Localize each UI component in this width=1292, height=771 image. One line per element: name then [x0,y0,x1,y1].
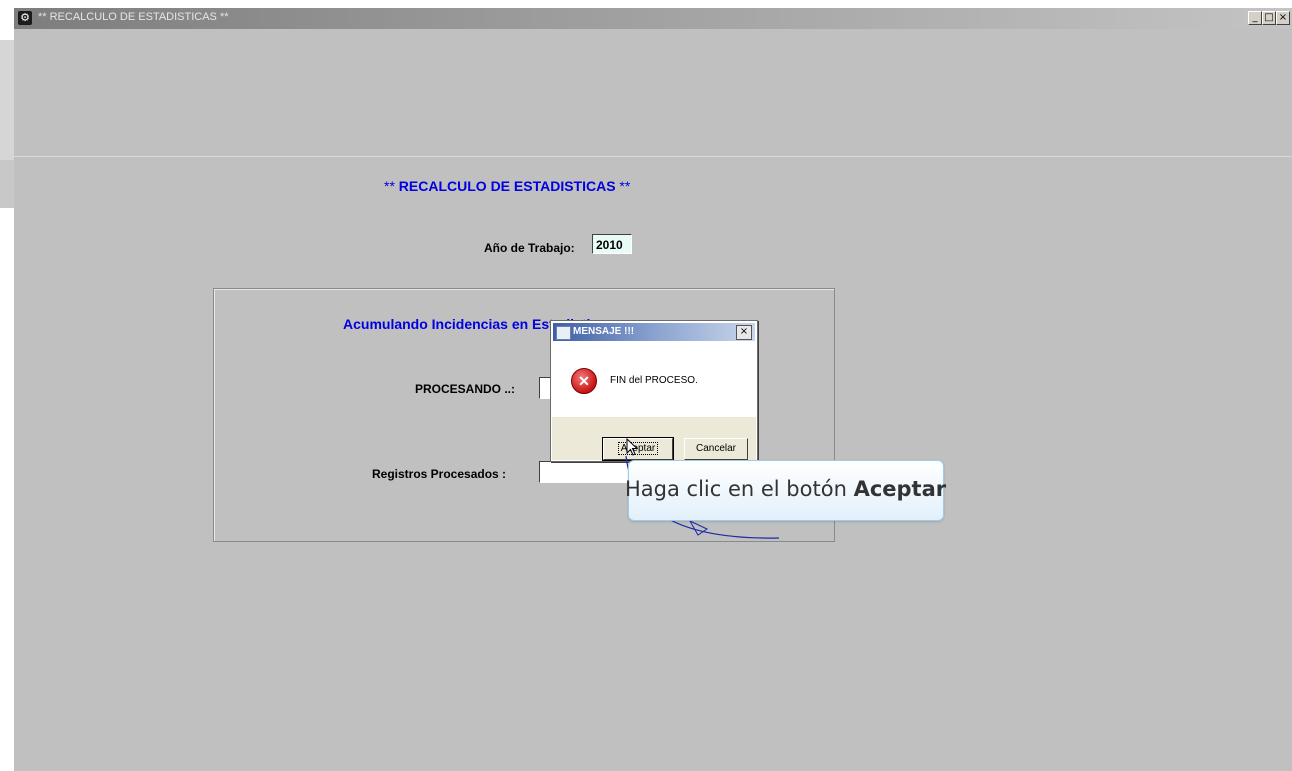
callout-pointer-arc [625,455,780,539]
callout-text-bold: Aceptar [853,477,947,501]
left-strip-segment [0,0,14,41]
top-edge [338,0,1292,8]
callout-text-prefix: Haga clic en el botón [625,477,854,501]
callout-text: Haga clic en el botón Aceptar [625,477,946,501]
left-strip-segment [0,40,15,160]
main-window: ⚙ ** RECALCULO DE ESTADISTICAS ** _ □ × … [14,8,1292,771]
mouse-pointer-icon [626,438,639,456]
instruction-callout: Haga clic en el botón Aceptar [625,460,946,521]
left-edge-strip [0,0,15,771]
left-strip-segment [0,160,14,208]
